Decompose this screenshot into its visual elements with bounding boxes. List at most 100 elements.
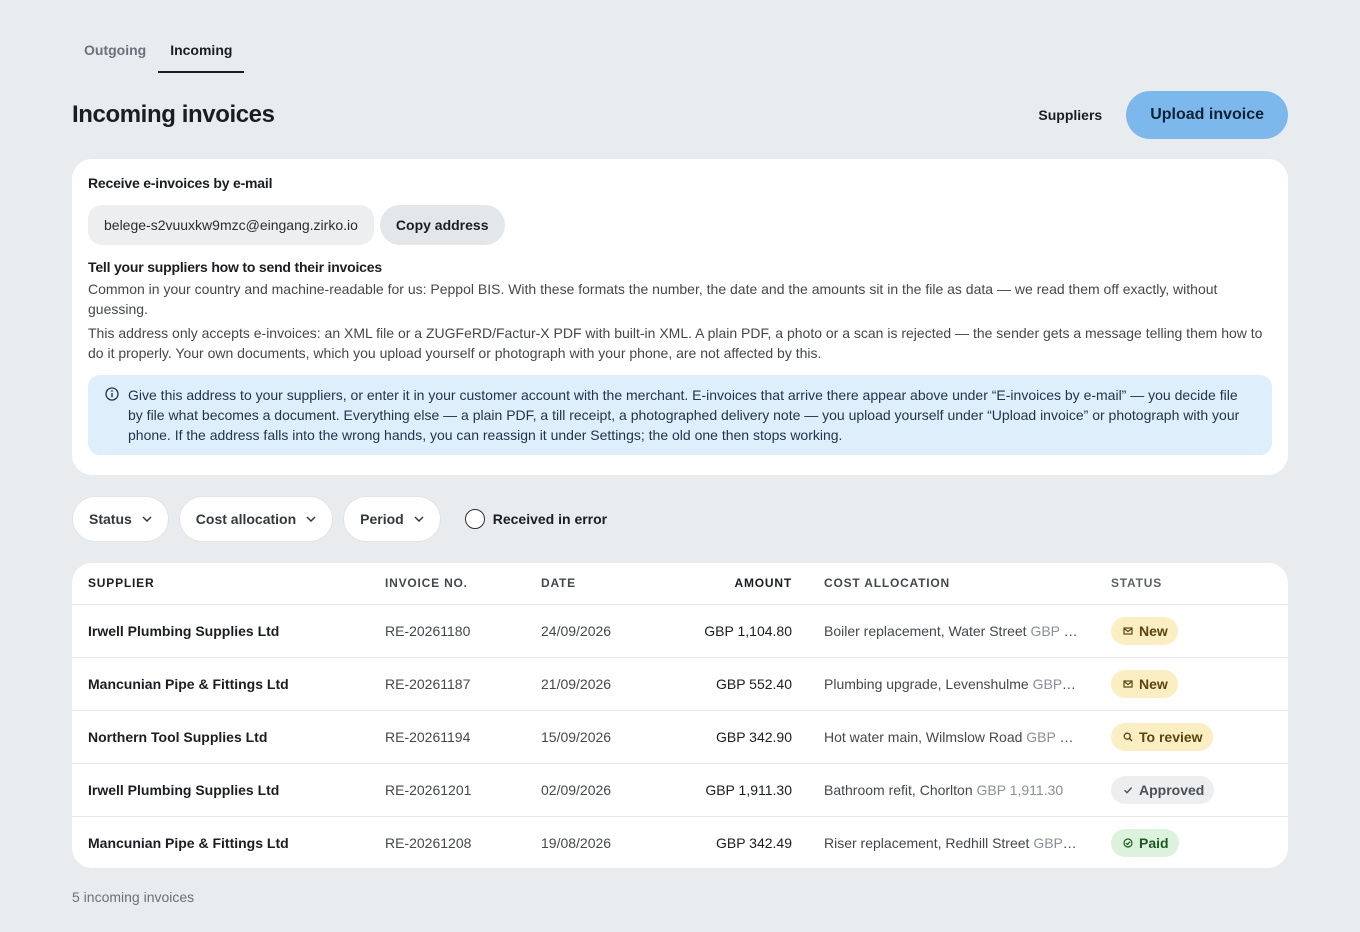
invoice-no-cell: RE-20261187 bbox=[369, 657, 525, 711]
page: Outgoing Incoming Incoming invoices Supp… bbox=[0, 0, 1360, 932]
amount-cell: GBP 342.90 bbox=[645, 710, 808, 764]
status-badge-label: Approved bbox=[1139, 781, 1205, 798]
status-badge-label: To review bbox=[1139, 728, 1203, 745]
table-body: Irwell Plumbing Supplies Ltd RE-20261180 2… bbox=[72, 604, 1288, 868]
table-row[interactable]: Mancunian Pipe & Fittings Ltd RE-20261208… bbox=[72, 816, 1288, 868]
email-address-field[interactable]: belege-s2vuuxkw9mzc@eingang.zirko.io bbox=[88, 205, 374, 245]
column-header-status[interactable]: STATUS bbox=[1095, 563, 1288, 605]
status-badge-label: New bbox=[1139, 675, 1168, 692]
status-cell: New bbox=[1095, 657, 1288, 711]
cost-allocation-cell: Riser replacement, Redhill Street GBP 34… bbox=[808, 816, 1095, 868]
upload-invoice-button[interactable]: Upload invoice bbox=[1126, 91, 1288, 139]
search-icon bbox=[1123, 732, 1133, 742]
instructions-heading: Tell your suppliers how to send their in… bbox=[88, 259, 382, 275]
received-in-error-checkbox[interactable] bbox=[464, 509, 485, 529]
invoices-table: SUPPLIER INVOICE NO. DATE AMOUNT COST AL… bbox=[72, 563, 1288, 868]
instructions-paragraph-accepts: This address only accepts e-invoices: an… bbox=[88, 325, 1263, 361]
status-cell: Paid bbox=[1095, 816, 1288, 868]
amount-cell: GBP 1,104.80 bbox=[645, 604, 808, 658]
date-cell: 02/09/2026 bbox=[525, 763, 645, 817]
supplier-cell: Mancunian Pipe & Fittings Ltd bbox=[72, 657, 369, 711]
cost-allocation-cell: Bathroom refit, Chorlton GBP 1,911.30 bbox=[808, 763, 1095, 817]
mail-icon bbox=[1123, 679, 1133, 689]
cost-allocation-name: Plumbing upgrade, Levenshulme bbox=[824, 675, 1029, 692]
tab-bar: Outgoing Incoming bbox=[72, 30, 245, 73]
table-header-row: SUPPLIER INVOICE NO. DATE AMOUNT COST AL… bbox=[72, 563, 1288, 605]
date-cell: 15/09/2026 bbox=[525, 710, 645, 764]
status-badge-label: New bbox=[1139, 622, 1168, 639]
amount-cell: GBP 552.40 bbox=[645, 657, 808, 711]
info-icon bbox=[105, 387, 119, 401]
status-badge: New bbox=[1111, 616, 1178, 645]
tab-incoming[interactable]: Incoming bbox=[158, 30, 245, 73]
check-icon bbox=[1123, 785, 1133, 795]
supplier-cell: Irwell Plumbing Supplies Ltd bbox=[72, 604, 369, 658]
cost-allocation-amount: GBP 342.49 bbox=[1033, 834, 1095, 851]
status-cell: New bbox=[1095, 604, 1288, 658]
info-box: Give this address to your suppliers, or … bbox=[88, 375, 1272, 455]
cost-allocation-filter-label: Cost allocation bbox=[195, 511, 297, 527]
copy-address-button[interactable]: Copy address bbox=[379, 205, 505, 245]
column-header-supplier[interactable]: SUPPLIER bbox=[72, 563, 369, 605]
chevron-down-icon bbox=[306, 516, 316, 522]
instructions-paragraph-formats: Common in your country and machine-reada… bbox=[88, 281, 1218, 317]
date-cell: 21/09/2026 bbox=[525, 657, 645, 711]
invoice-no-cell: RE-20261180 bbox=[369, 604, 525, 658]
chevron-down-icon bbox=[414, 516, 424, 522]
table-row[interactable]: Mancunian Pipe & Fittings Ltd RE-20261187… bbox=[72, 657, 1288, 711]
cost-allocation-name: Boiler replacement, Water Street bbox=[824, 622, 1027, 639]
cost-allocation-filter[interactable]: Cost allocation bbox=[178, 496, 334, 542]
status-filter[interactable]: Status bbox=[72, 496, 169, 542]
column-header-cost-allocation[interactable]: COST ALLOCATION bbox=[808, 563, 1095, 605]
received-in-error-toggle[interactable]: Received in error bbox=[464, 509, 607, 529]
chevron-down-icon bbox=[142, 516, 152, 522]
amount-cell: GBP 1,911.30 bbox=[645, 763, 808, 817]
cost-allocation-cell: Boiler replacement, Water Street GBP 1,1… bbox=[808, 604, 1095, 658]
date-cell: 19/08/2026 bbox=[541, 834, 612, 851]
cost-allocation-amount: GBP 342.90 bbox=[1026, 728, 1095, 745]
period-filter[interactable]: Period bbox=[343, 496, 441, 542]
table-row[interactable]: Irwell Plumbing Supplies Ltd RE-20261180 2… bbox=[72, 604, 1288, 658]
header-actions: Suppliers Upload invoice bbox=[1038, 91, 1288, 139]
cost-allocation-name: Riser replacement, Redhill Street bbox=[824, 834, 1030, 851]
column-header-amount[interactable]: AMOUNT bbox=[645, 563, 808, 605]
supplier-cell: Mancunian Pipe & Fittings Ltd bbox=[88, 834, 289, 851]
column-header-date[interactable]: DATE bbox=[525, 563, 645, 605]
table-row[interactable]: Irwell Plumbing Supplies Ltd RE-20261201 0… bbox=[72, 763, 1288, 817]
suppliers-button[interactable]: Suppliers bbox=[1038, 107, 1102, 123]
amount-cell: GBP 342.49 bbox=[715, 834, 792, 851]
invoice-no-cell: RE-20261208 bbox=[385, 834, 472, 851]
cost-allocation-cell: Plumbing upgrade, Levenshulme GBP 552.40 bbox=[808, 657, 1095, 711]
status-filter-label: Status bbox=[89, 511, 132, 527]
status-cell: To review bbox=[1095, 710, 1288, 764]
cost-allocation-amount: GBP 552.40 bbox=[1032, 675, 1095, 692]
mail-icon bbox=[1123, 626, 1133, 636]
period-filter-label: Period bbox=[360, 511, 404, 527]
email-row: belege-s2vuuxkw9mzc@eingang.zirko.io Cop… bbox=[88, 205, 1272, 245]
invoices-table-card: SUPPLIER INVOICE NO. DATE AMOUNT COST AL… bbox=[72, 563, 1288, 868]
status-badge: To review bbox=[1111, 722, 1213, 751]
cost-allocation-amount: GBP 1,104.80 bbox=[1030, 622, 1095, 639]
page-header: Incoming invoices Suppliers Upload invoi… bbox=[72, 91, 1288, 139]
email-receive-card: Receive e-invoices by e-mail belege-s2vu… bbox=[72, 159, 1288, 475]
status-badge: New bbox=[1111, 669, 1178, 698]
tab-outgoing[interactable]: Outgoing bbox=[72, 30, 158, 73]
status-cell: Approved bbox=[1095, 763, 1288, 817]
cost-allocation-name: Hot water main, Wilmslow Road bbox=[824, 728, 1023, 745]
info-text: Give this address to your suppliers, or … bbox=[128, 387, 1240, 443]
filter-bar: Status Cost allocation Period Received i… bbox=[72, 496, 607, 542]
supplier-cell: Northern Tool Supplies Ltd bbox=[72, 710, 369, 764]
supplier-cell: Irwell Plumbing Supplies Ltd bbox=[72, 763, 369, 817]
cost-allocation-cell: Hot water main, Wilmslow Road GBP 342.90 bbox=[808, 710, 1095, 764]
status-badge-label: Paid bbox=[1139, 834, 1169, 851]
page-title: Incoming invoices bbox=[72, 101, 275, 128]
invoice-no-cell: RE-20261194 bbox=[369, 710, 525, 764]
cost-allocation-name: Bathroom refit, Chorlton bbox=[824, 781, 973, 798]
check-circle-icon bbox=[1123, 838, 1133, 848]
invoice-count: 5 incoming invoices bbox=[72, 889, 195, 905]
table-row[interactable]: Northern Tool Supplies Ltd RE-20261194 15/… bbox=[72, 710, 1288, 764]
date-cell: 24/09/2026 bbox=[525, 604, 645, 658]
status-badge: Approved bbox=[1111, 775, 1215, 804]
email-card-heading: Receive e-invoices by e-mail bbox=[88, 175, 273, 191]
column-header-invoice-no[interactable]: INVOICE NO. bbox=[369, 563, 525, 605]
